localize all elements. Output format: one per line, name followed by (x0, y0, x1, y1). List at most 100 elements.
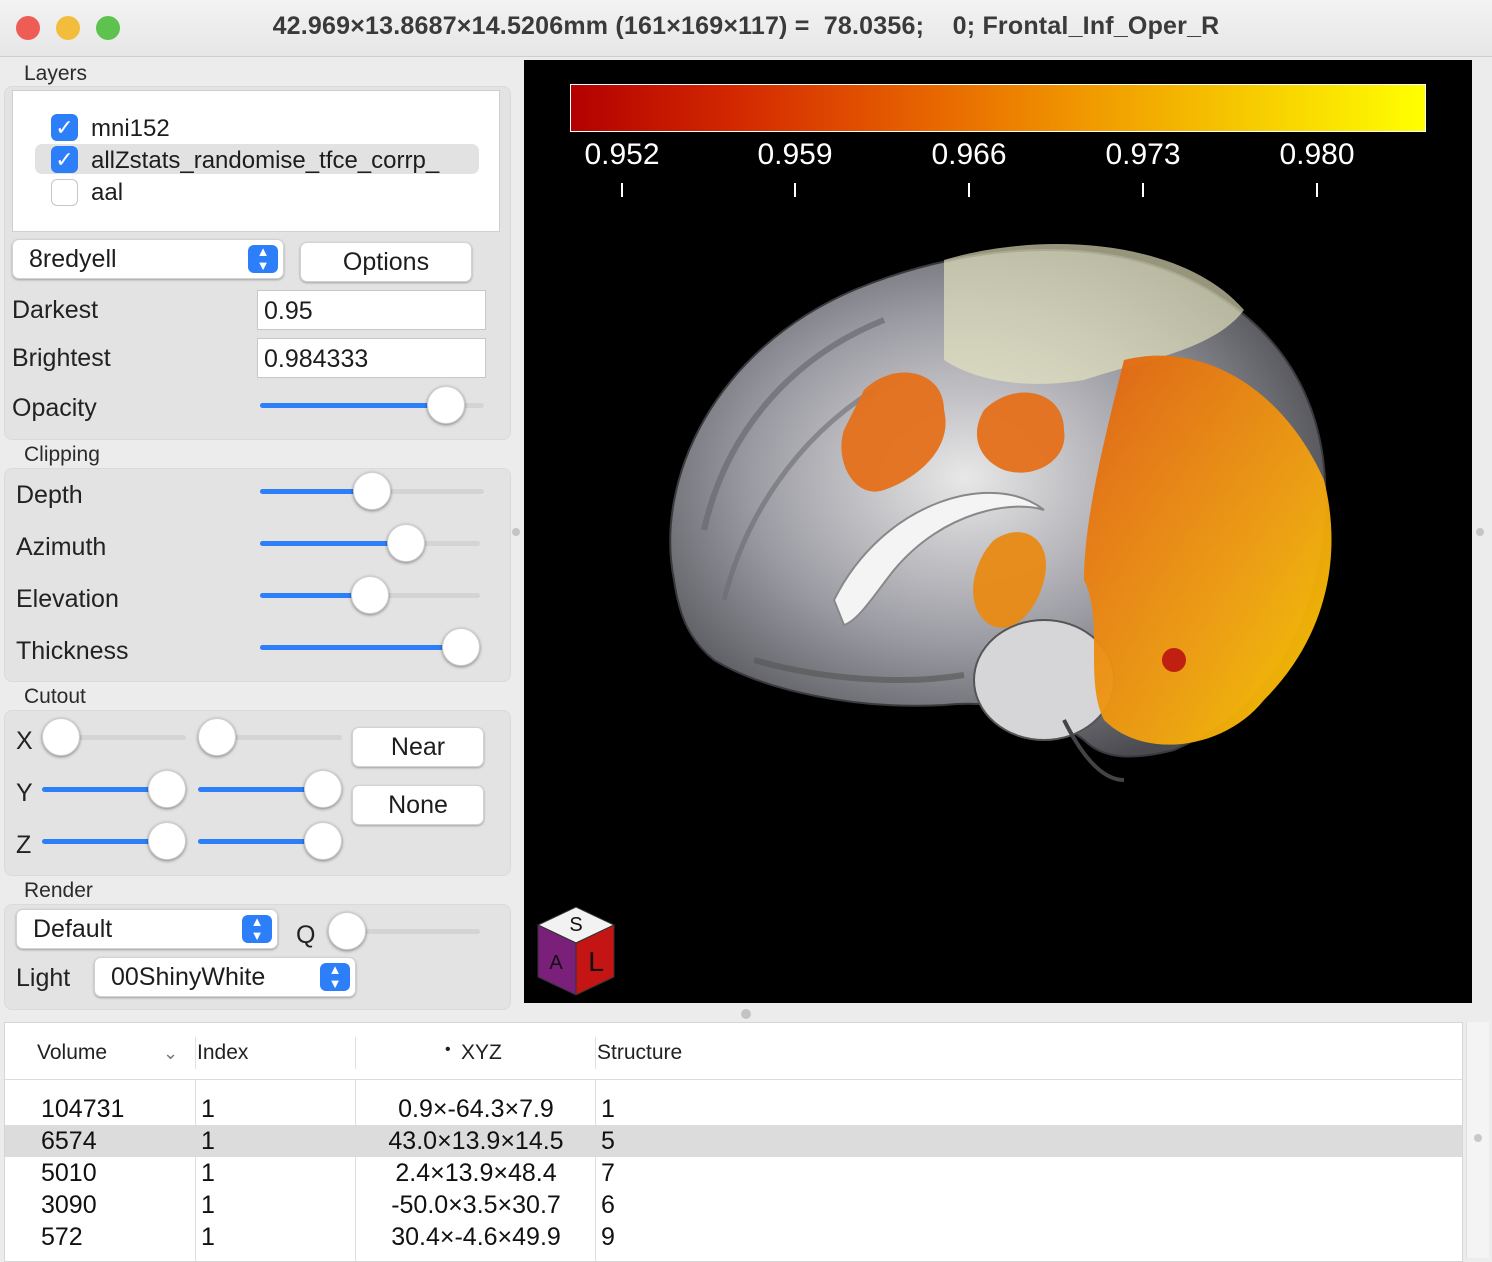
slider-knob[interactable] (304, 770, 342, 808)
slider-knob[interactable] (351, 576, 389, 614)
cutout-z-low-slider[interactable] (42, 821, 186, 861)
near-button[interactable]: Near (352, 727, 484, 767)
cutout-y-label: Y (16, 779, 33, 807)
depth-slider[interactable] (260, 471, 484, 511)
azimuth-slider[interactable] (260, 523, 480, 563)
slider-knob[interactable] (304, 822, 342, 860)
table-row-selected[interactable]: 6574 1 43.0×13.9×14.5 5 (5, 1125, 1462, 1157)
slider-knob[interactable] (387, 524, 426, 562)
cell-structure: 9 (601, 1223, 615, 1251)
opacity-label: Opacity (12, 394, 97, 422)
layer-checkbox-aal[interactable] (51, 179, 78, 206)
sort-indicator: • (445, 1041, 451, 1058)
slider-fill (260, 645, 461, 650)
cell-xyz: -50.0×3.5×30.7 (391, 1191, 561, 1219)
slider-track[interactable] (260, 541, 480, 546)
cutout-y-low-slider[interactable] (42, 769, 186, 809)
q-label: Q (296, 921, 316, 949)
quality-slider[interactable] (328, 911, 480, 951)
cell-xyz: 43.0×13.9×14.5 (388, 1127, 564, 1155)
colormap-value: 8redyell (29, 245, 117, 273)
thickness-label: Thickness (16, 637, 129, 665)
slider-fill (260, 403, 447, 408)
chevron-updown-icon: ▲ ▼ (320, 963, 350, 991)
cutout-section-label: Cutout (24, 685, 86, 708)
slider-knob[interactable] (42, 718, 80, 756)
vertical-splitter-handle[interactable] (512, 528, 520, 536)
render-mode-select[interactable]: Default ▲ ▼ (16, 909, 278, 949)
table-row[interactable]: 104731 1 0.9×-64.3×7.9 1 (5, 1093, 1462, 1125)
elevation-slider[interactable] (260, 575, 480, 615)
layer-name[interactable]: mni152 (91, 115, 170, 143)
scrollbar-thumb[interactable] (1474, 1134, 1482, 1142)
elevation-label: Elevation (16, 585, 119, 613)
cube-side-label: A (549, 952, 563, 974)
thickness-slider[interactable] (260, 627, 480, 667)
slider-knob[interactable] (148, 822, 186, 860)
cluster-table: Volume ⌄ Index • XYZ Structure 104731 1 … (4, 1022, 1463, 1262)
darkest-label: Darkest (12, 296, 99, 324)
slider-knob[interactable] (328, 912, 366, 950)
column-header-structure[interactable]: Structure (597, 1041, 682, 1065)
colormap-select[interactable]: 8redyell ▲ ▼ (12, 239, 284, 279)
slider-knob[interactable] (353, 472, 391, 510)
layer-checkbox-mni152[interactable]: ✓ (51, 114, 78, 141)
light-label: Light (16, 964, 71, 992)
slider-knob[interactable] (427, 386, 466, 424)
column-header-volume[interactable]: Volume (37, 1041, 107, 1065)
column-divider (595, 1037, 596, 1069)
cell-structure: 5 (601, 1127, 615, 1155)
table-scrollbar[interactable] (1466, 1022, 1489, 1258)
table-row[interactable]: 5010 1 2.4×13.9×48.4 7 (5, 1157, 1462, 1189)
cell-xyz: 30.4×-4.6×49.9 (391, 1223, 561, 1251)
cutout-z-high-slider[interactable] (198, 821, 342, 861)
cell-volume: 3090 (41, 1191, 97, 1219)
column-divider (355, 1037, 356, 1069)
chevron-updown-icon: ▲ ▼ (242, 915, 272, 943)
slider-knob[interactable] (442, 628, 480, 666)
table-row[interactable]: 572 1 30.4×-4.6×49.9 9 (5, 1221, 1462, 1253)
brightest-field[interactable]: 0.984333 (257, 338, 486, 378)
light-select[interactable]: 00ShinyWhite ▲ ▼ (94, 957, 356, 997)
cutout-y-high-slider[interactable] (198, 769, 342, 809)
cell-index: 1 (201, 1159, 215, 1187)
chevron-updown-icon: ▲ ▼ (248, 245, 278, 273)
render-viewport[interactable]: 0.952 0.959 0.966 0.973 0.980 S L A (524, 60, 1472, 1003)
cell-index: 1 (201, 1095, 215, 1123)
cube-front-label: L (588, 946, 604, 977)
layer-name[interactable]: aal (91, 179, 123, 207)
slider-knob[interactable] (148, 770, 186, 808)
right-splitter-handle[interactable] (1476, 528, 1484, 536)
render-section-label: Render (24, 879, 93, 902)
cell-index: 1 (201, 1223, 215, 1251)
column-header-index[interactable]: Index (197, 1041, 248, 1065)
cell-volume: 5010 (41, 1159, 97, 1187)
cutout-x-high-slider[interactable] (198, 717, 342, 757)
orientation-cube: S L A (536, 906, 616, 996)
render-mode-value: Default (33, 915, 113, 943)
title-bar: 42.969×13.8687×14.5206mm (161×169×117) =… (0, 0, 1492, 57)
clipping-section-label: Clipping (24, 443, 100, 466)
layer-checkbox-allzstats[interactable]: ✓ (51, 146, 78, 173)
depth-label: Depth (16, 481, 83, 509)
light-value: 00ShinyWhite (111, 963, 266, 991)
darkest-field[interactable]: 0.95 (257, 290, 486, 330)
cell-index: 1 (201, 1127, 215, 1155)
layer-name[interactable]: allZstats_randomise_tfce_corrp_ (91, 147, 477, 175)
cell-structure: 6 (601, 1191, 615, 1219)
table-row[interactable]: 3090 1 -50.0×3.5×30.7 6 (5, 1189, 1462, 1221)
none-button[interactable]: None (352, 785, 484, 825)
column-header-xyz[interactable]: XYZ (461, 1041, 502, 1065)
cutout-x-low-slider[interactable] (42, 717, 186, 757)
layers-section-label: Layers (24, 62, 88, 85)
horizontal-splitter-handle[interactable] (741, 1009, 751, 1019)
cell-volume: 572 (41, 1223, 83, 1251)
slider-knob[interactable] (198, 718, 236, 756)
opacity-slider[interactable] (260, 385, 484, 425)
cell-xyz: 2.4×13.9×48.4 (395, 1159, 557, 1187)
window-title: 42.969×13.8687×14.5206mm (161×169×117) =… (272, 12, 1220, 40)
cell-xyz: 0.9×-64.3×7.9 (398, 1095, 554, 1123)
options-button[interactable]: Options (300, 242, 472, 282)
chevron-down-icon[interactable]: ⌄ (163, 1043, 178, 1064)
azimuth-label: Azimuth (16, 533, 107, 561)
